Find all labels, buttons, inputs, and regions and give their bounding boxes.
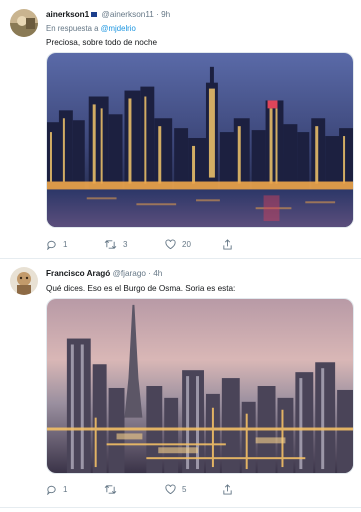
like-button[interactable]: 20 <box>165 237 191 251</box>
avatar[interactable] <box>10 267 38 295</box>
retweet-count: 3 <box>123 239 128 249</box>
avatar[interactable] <box>10 9 38 37</box>
retweet-button[interactable] <box>104 482 123 496</box>
like-count: 5 <box>182 484 187 494</box>
reply-icon <box>47 485 56 495</box>
retweet-icon <box>104 484 117 494</box>
tweet-time[interactable]: · 9h <box>156 10 170 19</box>
flag-icon <box>91 11 98 17</box>
reply-count: 1 <box>63 239 68 249</box>
reply-count: 1 <box>63 484 68 494</box>
tweet-text: Preciosa, sobre todo de noche <box>46 38 158 47</box>
reply-mention-link[interactable]: @mjdelrio <box>101 24 136 33</box>
retweet-button[interactable]: 3 <box>104 237 127 251</box>
tweet[interactable]: ainerkson1 @ainerkson11 · 9h En respuest… <box>0 0 361 258</box>
author-handle[interactable]: @fjarago <box>113 269 146 278</box>
tweet-header: Francisco Aragó @fjarago · 4h <box>46 269 162 278</box>
share-icon <box>223 483 232 495</box>
share-icon <box>223 238 232 250</box>
tweet[interactable]: Francisco Aragó @fjarago · 4h Qué dices.… <box>0 258 361 512</box>
tweet-actions: 1 5 <box>46 482 296 496</box>
reply-button[interactable]: 1 <box>46 237 67 251</box>
dubai-skyline-photo <box>47 299 353 473</box>
tweet-header: ainerkson1 @ainerkson11 · 9h <box>46 10 170 19</box>
retweet-icon <box>104 239 117 249</box>
tweet-divider <box>0 507 361 508</box>
author-name[interactable]: ainerkson1 <box>46 10 89 19</box>
city-night-photo <box>47 53 353 227</box>
tweet-time[interactable]: · 4h <box>148 269 162 278</box>
like-count: 20 <box>182 239 191 249</box>
reply-context: En respuesta a @mjdelrio <box>46 24 136 33</box>
reply-button[interactable]: 1 <box>46 482 67 496</box>
heart-icon <box>165 484 176 494</box>
tweet-photo[interactable] <box>46 298 354 474</box>
tweet-photo[interactable] <box>46 52 354 228</box>
share-button[interactable] <box>222 482 233 496</box>
heart-icon <box>165 239 176 249</box>
reply-icon <box>47 240 56 250</box>
reply-prefix: En respuesta a <box>46 24 99 33</box>
tweet-text: Qué dices. Eso es el Burgo de Osma. Sori… <box>46 284 236 293</box>
author-handle[interactable]: @ainerkson11 <box>102 10 154 19</box>
share-button[interactable] <box>222 237 233 251</box>
tweet-actions: 1 3 20 <box>46 237 296 251</box>
author-name[interactable]: Francisco Aragó <box>46 269 110 278</box>
like-button[interactable]: 5 <box>165 482 186 496</box>
